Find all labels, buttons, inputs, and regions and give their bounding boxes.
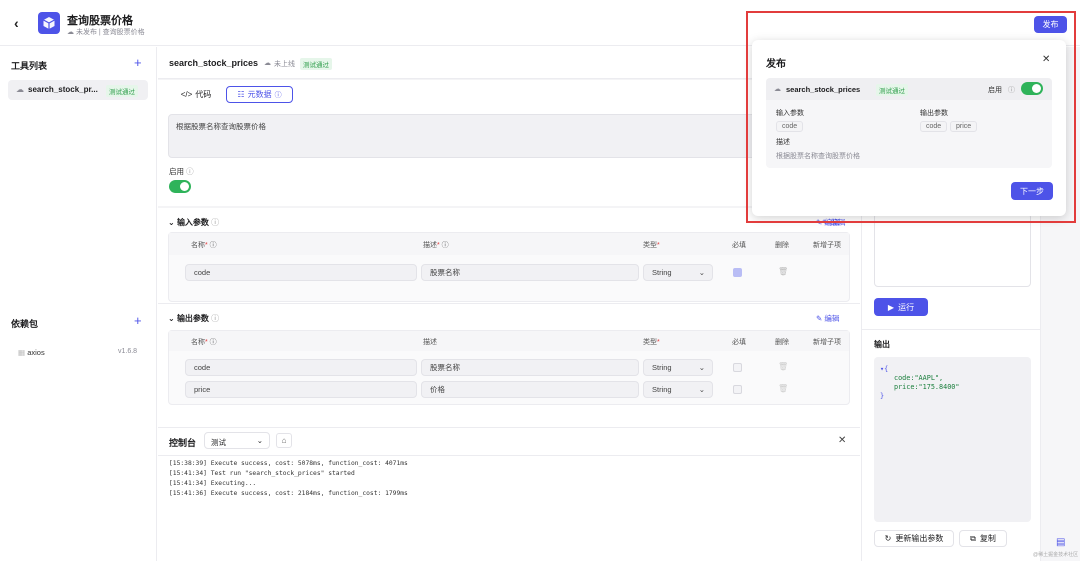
json-line: price:"175.8400" bbox=[894, 383, 960, 391]
code-icon: </> bbox=[180, 90, 193, 99]
highlight-box bbox=[746, 11, 1076, 223]
json-brace: } bbox=[880, 392, 885, 400]
log-line: [15:41:36] Execute success, cost: 2184ms… bbox=[169, 490, 408, 497]
param-name-field[interactable]: code bbox=[185, 359, 417, 376]
chevron-down-icon: ⌄ bbox=[698, 268, 705, 277]
package-icon: ▦ bbox=[18, 348, 26, 357]
required-checkbox[interactable] bbox=[733, 363, 742, 372]
copy-icon: ⧉ bbox=[970, 533, 976, 543]
status-badge: 测试通过 bbox=[300, 58, 332, 70]
table-header: 名称* ⓘ 描述* ⓘ 类型* 必填 删除 新增子项 bbox=[169, 233, 849, 255]
required-checkbox[interactable] bbox=[733, 385, 742, 394]
input-params-table: 名称* ⓘ 描述* ⓘ 类型* 必填 删除 新增子项 code 股票名称 Str… bbox=[168, 232, 850, 302]
add-dep-plus-icon[interactable]: + bbox=[134, 313, 142, 328]
chevron-down-icon: ⌄ bbox=[256, 436, 263, 445]
info-icon: ⓘ bbox=[274, 91, 282, 99]
copy-button[interactable]: ⧉ 复制 bbox=[959, 530, 1007, 547]
param-type-select[interactable]: String ⌄ bbox=[643, 359, 713, 376]
tool-name: search_stock_prices bbox=[169, 58, 259, 68]
trash-icon[interactable]: 🗑 bbox=[778, 384, 788, 393]
refresh-icon: ↻ bbox=[884, 534, 892, 543]
dep-name: axios bbox=[27, 348, 45, 357]
add-tool-plus-icon[interactable]: + bbox=[134, 55, 142, 70]
param-desc-field[interactable]: 股票名称 bbox=[421, 359, 639, 376]
run-input-area[interactable] bbox=[874, 213, 1031, 287]
console-log: [15:38:39] Execute success, cost: 5078ms… bbox=[169, 459, 408, 499]
sidebar: 工具列表 + 依赖包 + ▦ axios v1.6.8 bbox=[0, 47, 157, 561]
param-desc-field[interactable]: 价格 bbox=[421, 381, 639, 398]
robot-icon[interactable]: ⌂ bbox=[276, 433, 292, 448]
page-title: 查询股票价格 bbox=[67, 15, 133, 27]
param-type-select[interactable]: String ⌄ bbox=[643, 381, 713, 398]
output-params-title[interactable]: ⌄ 输出参数 ⓘ bbox=[168, 313, 219, 324]
tab-code[interactable]: </> 代码 bbox=[168, 86, 224, 103]
chevron-down-icon: ⌄ bbox=[698, 363, 705, 372]
edit-output-button[interactable]: ✎ 编辑 bbox=[816, 313, 839, 324]
chevron-down-icon: ⌄ bbox=[698, 385, 705, 394]
doc-icon[interactable]: ▤ bbox=[1056, 537, 1065, 548]
tools-title: 工具列表 bbox=[11, 61, 48, 71]
info-icon: ⓘ bbox=[211, 314, 220, 323]
enable-toggle[interactable] bbox=[169, 180, 191, 193]
play-icon: ▶ bbox=[887, 302, 895, 312]
publish-status: 未发布 bbox=[75, 29, 97, 36]
enable-label: 启用 ⓘ bbox=[169, 167, 194, 176]
console-title: 控制台 bbox=[169, 438, 197, 448]
log-line: [15:38:39] Execute success, cost: 5078ms… bbox=[169, 460, 408, 467]
close-icon[interactable]: ✕ bbox=[838, 435, 846, 446]
param-name-field[interactable]: code bbox=[185, 264, 417, 281]
tool-item-name: search_stock_pr... bbox=[28, 85, 98, 94]
page-subtitle: ☁ 未发布 | 查询股票价格 bbox=[67, 29, 145, 36]
param-name-field[interactable]: price bbox=[185, 381, 417, 398]
trash-icon[interactable]: 🗑 bbox=[778, 362, 788, 371]
output-json: ▾{ code:"AAPL", price:"175.8400" } bbox=[874, 357, 1031, 522]
breadcrumb: 查询股票价格 bbox=[102, 29, 145, 36]
cloud-icon: ☁ bbox=[67, 29, 74, 36]
param-desc-field[interactable]: 股票名称 bbox=[421, 264, 639, 281]
upload-status: 未上线 bbox=[274, 61, 295, 68]
log-line: [15:41:34] Executing... bbox=[169, 480, 257, 487]
info-icon: ⓘ bbox=[211, 218, 220, 227]
required-checkbox[interactable] bbox=[733, 268, 742, 277]
sliders-icon: ☷ bbox=[237, 90, 245, 99]
param-type-select[interactable]: String ⌄ bbox=[643, 264, 713, 281]
run-button[interactable]: ▶ 运行 bbox=[874, 298, 928, 316]
table-header: 名称* ⓘ 描述 类型* 必填 删除 新增子项 bbox=[169, 331, 849, 351]
back-arrow-icon[interactable]: ‹ bbox=[14, 15, 19, 31]
info-icon: ⓘ bbox=[186, 167, 194, 176]
console-mode-select[interactable]: 测试 ⌄ bbox=[204, 432, 270, 449]
cloud-icon: ☁ bbox=[264, 60, 271, 67]
tab-metadata[interactable]: ☷ 元数据 ⓘ bbox=[226, 86, 293, 103]
status-badge: 测试通过 bbox=[106, 85, 138, 97]
tool-logo-icon bbox=[38, 12, 60, 34]
output-params-table: 名称* ⓘ 描述 类型* 必填 删除 新增子项 code 股票名称 String… bbox=[168, 330, 850, 405]
json-line: code:"AAPL", bbox=[894, 374, 944, 382]
dep-item[interactable]: ▦ axios bbox=[18, 348, 45, 357]
dep-version: v1.6.8 bbox=[118, 348, 138, 355]
trash-icon[interactable]: 🗑 bbox=[778, 267, 788, 276]
watermark: @稀土掘金技术社区 bbox=[1033, 552, 1079, 558]
json-brace: ▾{ bbox=[880, 365, 889, 373]
cloud-icon: ☁ bbox=[16, 85, 24, 94]
edit-icon: ✎ bbox=[816, 314, 823, 323]
divider bbox=[862, 329, 1040, 330]
output-title: 输出 bbox=[874, 340, 890, 349]
tool-list-item[interactable]: ☁ search_stock_pr... 测试通过 bbox=[8, 80, 148, 100]
input-params-title[interactable]: ⌄ 输入参数 ⓘ bbox=[168, 217, 219, 228]
divider bbox=[158, 455, 860, 456]
log-line: [15:41:34] Test run "search_stock_prices… bbox=[169, 470, 355, 477]
deps-title: 依赖包 bbox=[11, 319, 39, 329]
console-panel: 控制台 测试 ⌄ ⌂ ✕ [15:38:39] Execute success,… bbox=[158, 427, 860, 561]
refresh-output-button[interactable]: ↻ 更新输出参数 bbox=[874, 530, 954, 547]
